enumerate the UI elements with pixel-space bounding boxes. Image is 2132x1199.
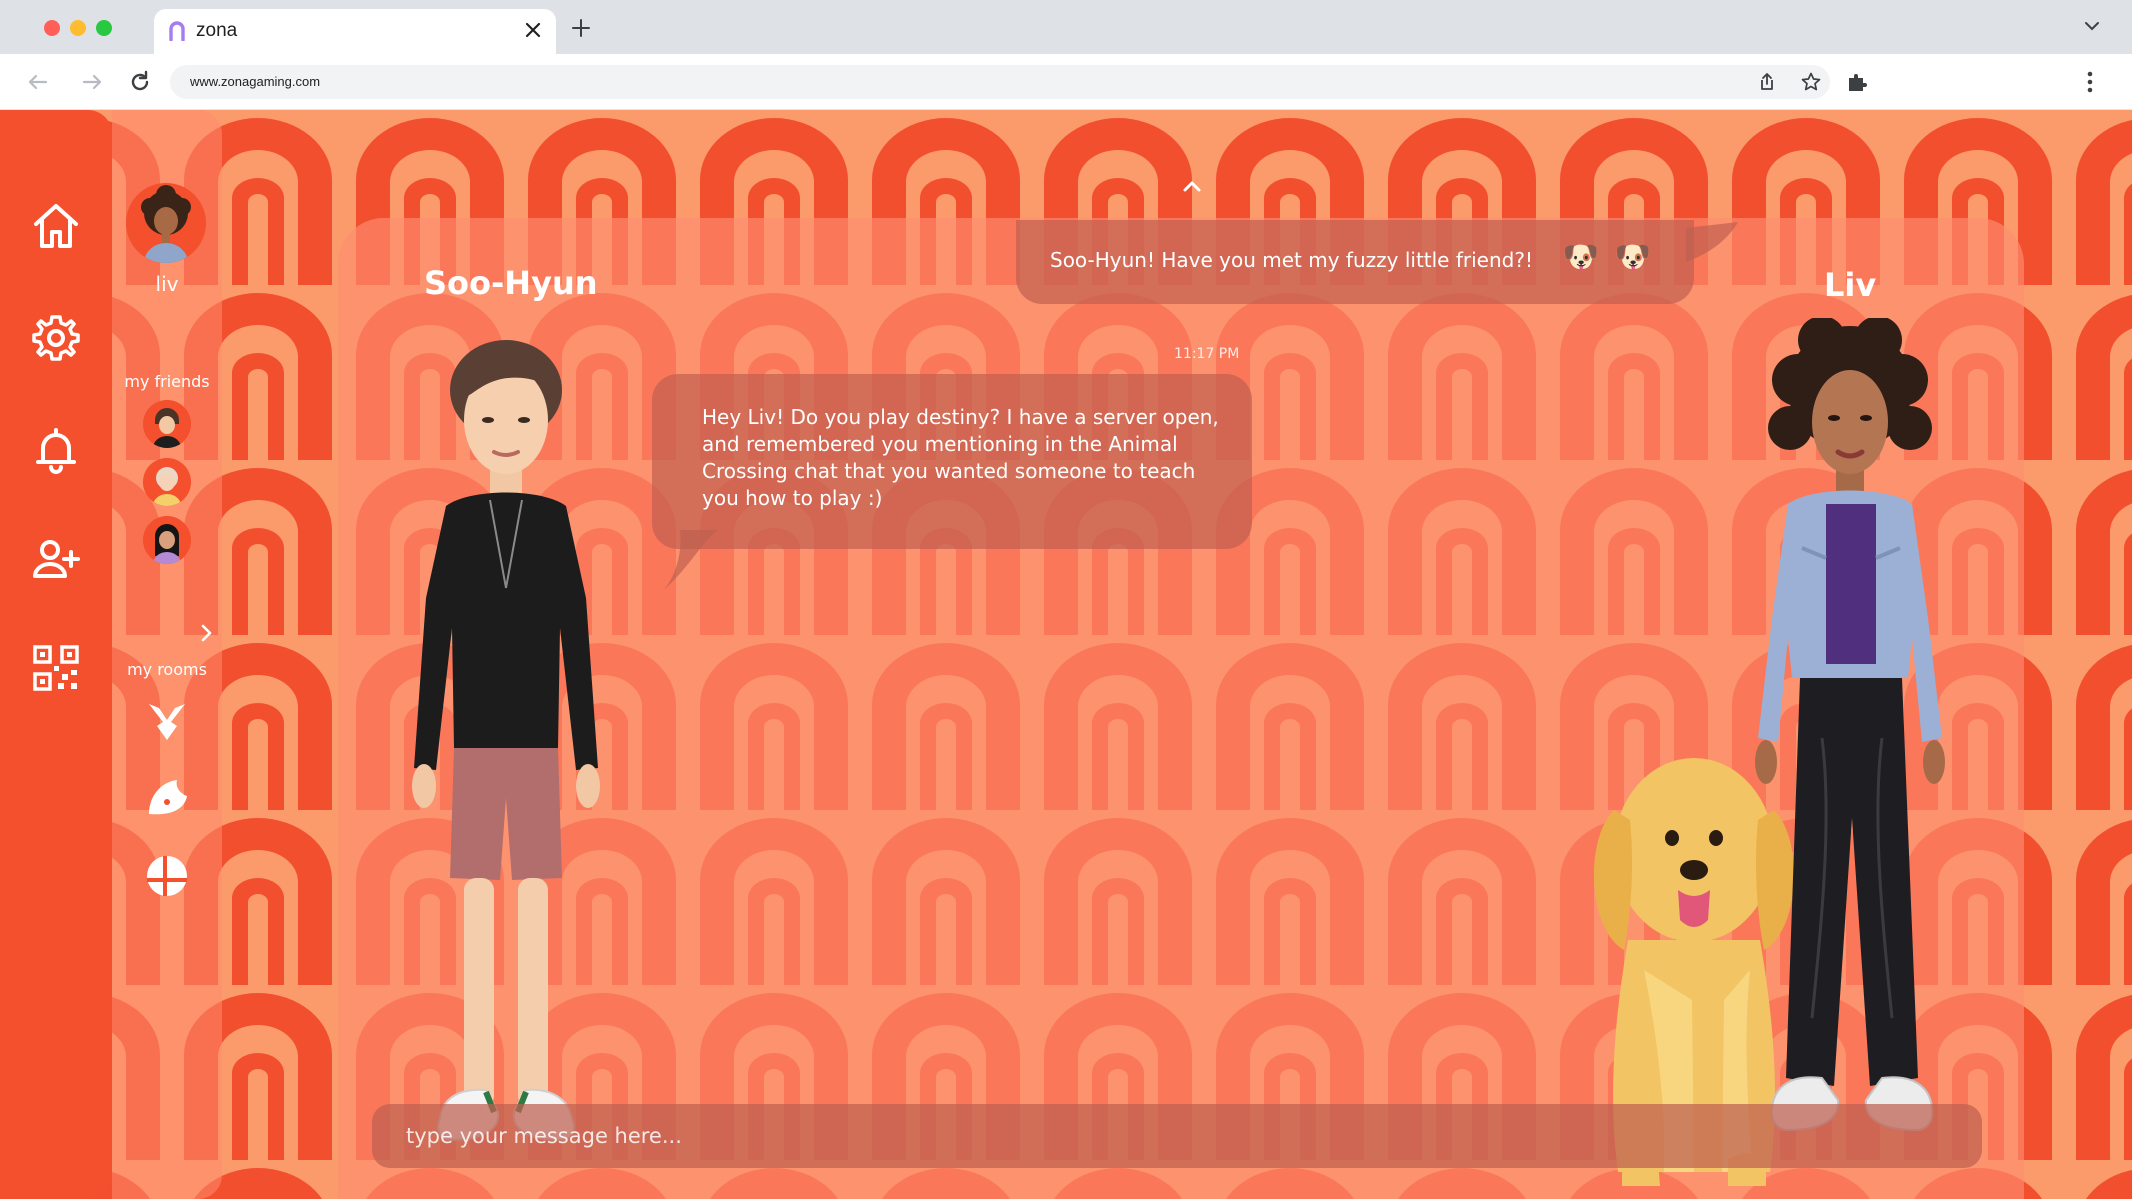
message-bubble-soo-hyun: Hey Liv! Do you play destiny? I have a s… <box>652 374 1252 549</box>
message-input[interactable] <box>372 1104 1982 1168</box>
zona-favicon-icon <box>169 21 185 41</box>
friends-label: my friends <box>124 372 210 391</box>
kebab-menu-icon[interactable] <box>2078 68 2102 96</box>
speaker-name-right: Liv <box>1824 266 1877 304</box>
icon-sidebar <box>0 110 112 1199</box>
message-text-soo-hyun: Hey Liv! Do you play destiny? I have a s… <box>702 405 1219 510</box>
message-text-liv: Soo-Hyun! Have you met my fuzzy little f… <box>1050 248 1533 272</box>
animal-crossing-room-icon[interactable] <box>143 774 191 822</box>
back-arrow-icon[interactable] <box>24 68 52 96</box>
reload-icon[interactable] <box>126 68 154 96</box>
friend-avatar-3[interactable] <box>143 516 191 564</box>
dog-emoji-icon: 🐶 <box>1562 240 1600 275</box>
browser-tab-bar: zona <box>0 0 2132 54</box>
close-icon[interactable] <box>522 19 544 41</box>
browser-tab[interactable]: zona <box>154 9 556 54</box>
tab-title: zona <box>196 20 238 41</box>
url-text[interactable]: www.zonagaming.com <box>190 74 320 89</box>
friend-avatar-1[interactable] <box>143 400 191 448</box>
bubble-tail <box>1686 222 1738 262</box>
friend-avatar-2[interactable] <box>143 458 191 506</box>
puzzle-extension-icon[interactable] <box>1845 70 1869 94</box>
message-bubble-liv: Soo-Hyun! Have you met my fuzzy little f… <box>1016 220 1694 304</box>
window-close-button[interactable] <box>44 20 60 36</box>
window-maximize-button[interactable] <box>96 20 112 36</box>
plus-icon[interactable] <box>570 17 592 39</box>
profile-avatar-image <box>126 183 206 263</box>
browser-toolbar: www.zonagaming.com <box>0 54 2132 110</box>
liv-avatar <box>1755 318 1945 1132</box>
friends-panel: liv my friends my rooms <box>112 110 222 1199</box>
profile-username: liv <box>155 272 179 296</box>
chevron-down-icon[interactable] <box>2082 16 2102 36</box>
dog-emoji-icon-2: 🐶 <box>1614 240 1652 275</box>
settings-gear-icon[interactable] <box>30 312 82 364</box>
window-minimize-button[interactable] <box>70 20 86 36</box>
forward-arrow-icon[interactable] <box>78 68 106 96</box>
share-icon[interactable] <box>1756 71 1778 93</box>
star-icon[interactable] <box>1800 71 1822 93</box>
message-timestamp: 11:17 PM <box>1174 346 1240 362</box>
rooms-label: my rooms <box>127 660 207 679</box>
speaker-name-left: Soo-Hyun <box>424 264 598 302</box>
soo-hyun-avatar <box>412 340 600 1142</box>
smash-bros-room-icon[interactable] <box>143 852 191 900</box>
profile-avatar[interactable] <box>126 183 206 263</box>
chevron-up-icon[interactable] <box>1180 174 1204 198</box>
add-friend-icon[interactable] <box>30 534 82 586</box>
home-icon[interactable] <box>30 200 82 252</box>
notification-bell-icon[interactable] <box>30 424 82 476</box>
bubble-tail-left <box>664 530 718 590</box>
destiny-room-icon[interactable] <box>143 696 191 744</box>
chevron-right-icon[interactable] <box>198 622 216 644</box>
qr-code-icon[interactable] <box>30 642 82 694</box>
address-bar[interactable]: www.zonagaming.com <box>170 65 1830 99</box>
zona-app: liv my friends my rooms Soo-Hyun Liv Soo… <box>0 110 2132 1199</box>
